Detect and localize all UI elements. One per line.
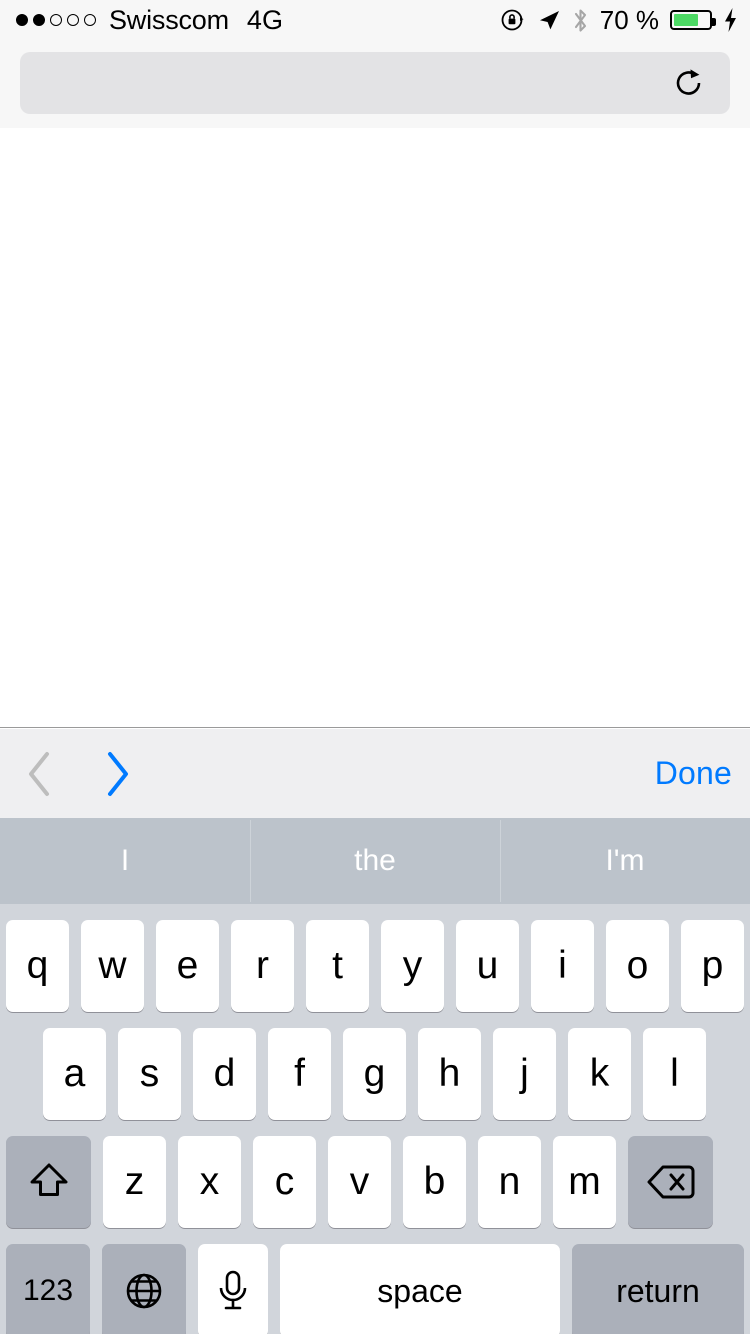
key-i[interactable]: i	[531, 920, 594, 1012]
key-a[interactable]: a	[43, 1028, 106, 1120]
key-p[interactable]: p	[681, 920, 744, 1012]
web-content-area[interactable]	[0, 128, 750, 728]
signal-dot-4	[67, 14, 79, 26]
iphone-screen: Swisscom 4G 70 % Done I the I'm q w e r …	[0, 0, 750, 1334]
key-q[interactable]: q	[6, 920, 69, 1012]
keyboard-row-4: 123 space return	[0, 1244, 750, 1334]
key-r[interactable]: r	[231, 920, 294, 1012]
carrier-name: Swisscom	[109, 4, 229, 35]
form-previous-button[interactable]	[0, 729, 78, 818]
key-c[interactable]: c	[253, 1136, 316, 1228]
status-bar-left: Swisscom 4G	[16, 5, 283, 36]
key-g[interactable]: g	[343, 1028, 406, 1120]
globe-icon	[126, 1273, 162, 1309]
key-j[interactable]: j	[493, 1028, 556, 1120]
key-w[interactable]: w	[81, 920, 144, 1012]
key-f[interactable]: f	[268, 1028, 331, 1120]
backspace-key[interactable]	[628, 1136, 713, 1228]
shift-key[interactable]	[6, 1136, 91, 1228]
microphone-icon	[219, 1270, 247, 1310]
chevron-left-icon	[29, 751, 49, 796]
url-input[interactable]	[20, 52, 730, 114]
key-s[interactable]: s	[118, 1028, 181, 1120]
key-e[interactable]: e	[156, 920, 219, 1012]
signal-dot-3	[50, 14, 62, 26]
rotation-lock-icon	[500, 7, 526, 33]
key-k[interactable]: k	[568, 1028, 631, 1120]
key-b[interactable]: b	[403, 1136, 466, 1228]
space-key[interactable]: space	[280, 1244, 560, 1334]
key-l[interactable]: l	[643, 1028, 706, 1120]
keyboard-accessory-bar: Done	[0, 729, 750, 818]
return-key[interactable]: return	[572, 1244, 744, 1334]
prediction-candidate-2[interactable]: the	[250, 818, 500, 904]
keyboard-row-1: q w e r t y u i o p	[0, 920, 750, 1012]
bluetooth-icon	[572, 7, 589, 34]
prediction-candidate-3[interactable]: I'm	[500, 818, 750, 904]
keyboard-row-3: z x c v b n m	[0, 1136, 750, 1228]
key-m[interactable]: m	[553, 1136, 616, 1228]
status-bar-right: 70 %	[500, 0, 738, 40]
location-arrow-icon	[537, 8, 561, 32]
key-d[interactable]: d	[193, 1028, 256, 1120]
globe-key[interactable]	[102, 1244, 186, 1334]
reload-icon[interactable]	[670, 64, 708, 102]
key-u[interactable]: u	[456, 920, 519, 1012]
key-n[interactable]: n	[478, 1136, 541, 1228]
browser-toolbar	[0, 40, 750, 128]
charging-bolt-icon	[723, 7, 738, 33]
signal-strength-dots	[16, 14, 96, 26]
key-o[interactable]: o	[606, 920, 669, 1012]
key-z[interactable]: z	[103, 1136, 166, 1228]
key-t[interactable]: t	[306, 920, 369, 1012]
dictation-key[interactable]	[198, 1244, 268, 1334]
key-y[interactable]: y	[381, 920, 444, 1012]
key-h[interactable]: h	[418, 1028, 481, 1120]
form-next-button[interactable]	[78, 729, 156, 818]
chevron-right-icon	[108, 751, 128, 796]
battery-percentage: 70 %	[599, 4, 659, 35]
predictive-text-bar: I the I'm	[0, 818, 750, 904]
battery-icon	[670, 10, 716, 30]
key-x[interactable]: x	[178, 1136, 241, 1228]
signal-dot-1	[16, 14, 28, 26]
backspace-icon	[647, 1165, 694, 1199]
keyboard-row-2: a s d f g h j k l	[0, 1028, 750, 1120]
prediction-candidate-1[interactable]: I	[0, 818, 250, 904]
done-button[interactable]: Done	[655, 729, 732, 818]
signal-dot-2	[33, 14, 45, 26]
onscreen-keyboard: q w e r t y u i o p a s d f g h j k l z …	[0, 904, 750, 1334]
battery-fill	[674, 14, 698, 26]
numbers-key[interactable]: 123	[6, 1244, 90, 1334]
network-type: 4G	[246, 4, 283, 35]
key-v[interactable]: v	[328, 1136, 391, 1228]
shift-icon	[30, 1163, 67, 1196]
signal-dot-5	[84, 14, 96, 26]
status-bar: Swisscom 4G 70 %	[0, 0, 750, 40]
